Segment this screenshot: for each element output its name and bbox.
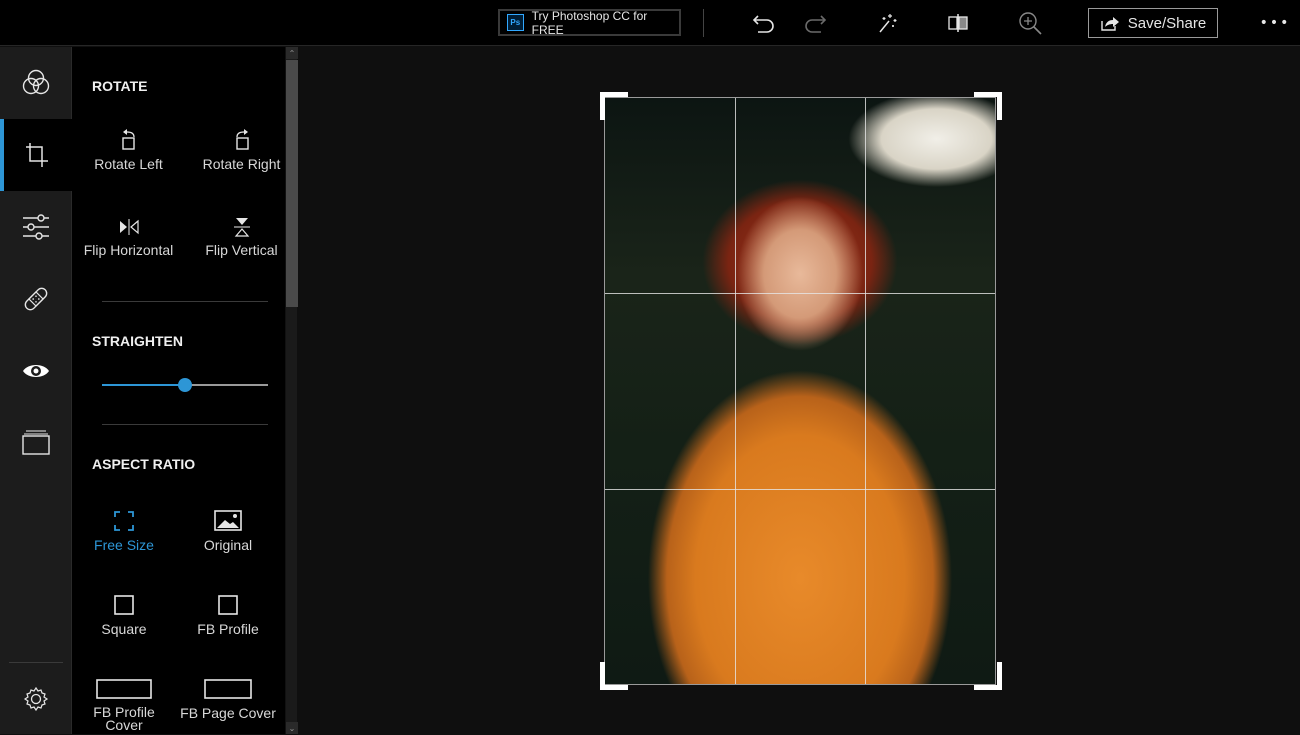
image-icon [214, 510, 242, 531]
top-toolbar: Ps Try Photoshop CC for FREE Save/Share … [0, 0, 1300, 46]
rail-item-looks[interactable] [0, 47, 72, 119]
compare-button[interactable] [943, 8, 973, 38]
panel-scrollbar[interactable]: ⌃ ⌄ [285, 47, 298, 734]
try-photoshop-button[interactable]: Ps Try Photoshop CC for FREE [498, 8, 681, 37]
crop-options-panel: ROTATE Rotate Left Rotate Right Flip Hor… [72, 47, 285, 734]
straighten-slider[interactable] [102, 378, 268, 392]
rotate-left-icon [121, 129, 135, 150]
more-options-button[interactable]: ••• [1258, 10, 1292, 36]
zoom-in-icon [1019, 12, 1042, 35]
auto-fix-button[interactable] [872, 8, 902, 38]
section-divider [102, 301, 268, 302]
rotate-right-label: Rotate Right [202, 156, 281, 172]
fb-profile-cover-label: FB Profile Cover [93, 704, 155, 733]
aspect-fb-profile-cover-button[interactable]: FB Profile Cover [74, 678, 174, 732]
flip-horizontal-label: Flip Horizontal [83, 242, 174, 258]
aspect-square-button[interactable]: Square [74, 594, 174, 637]
rotate-section-title: ROTATE [92, 78, 148, 94]
free-size-icon [114, 511, 134, 531]
fb-profile-label: FB Profile [197, 621, 259, 637]
flip-vertical-label: Flip Vertical [205, 242, 278, 258]
undo-icon [752, 15, 774, 33]
scroll-up-arrow-icon[interactable]: ⌃ [286, 47, 298, 59]
scroll-down-arrow-icon[interactable]: ⌄ [286, 722, 298, 734]
flip-horizontal-icon [119, 219, 139, 235]
free-size-label: Free Size [94, 537, 154, 553]
straighten-section-title: STRAIGHTEN [92, 333, 183, 349]
eye-icon [23, 365, 49, 377]
crop-grid-line [605, 293, 995, 294]
crop-handle-bottom-right[interactable] [974, 662, 1002, 690]
image-canvas [298, 47, 1300, 734]
flip-vertical-button[interactable]: Flip Vertical [195, 217, 285, 258]
rail-item-heal[interactable] [0, 263, 72, 335]
save-share-button[interactable]: Save/Share [1088, 8, 1218, 38]
straighten-slider-thumb[interactable] [178, 378, 192, 392]
share-icon [1101, 17, 1119, 31]
try-photoshop-label: Try Photoshop CC for FREE [531, 8, 648, 37]
original-label: Original [203, 537, 253, 553]
magic-wand-icon [879, 14, 897, 33]
square-icon [218, 595, 238, 615]
aspect-fb-page-cover-button[interactable]: FB Page Cover [178, 678, 278, 721]
square-icon [114, 595, 134, 615]
photoshop-logo-icon: Ps [507, 14, 524, 31]
fb-page-cover-label: FB Page Cover [180, 705, 276, 721]
save-share-label: Save/Share [1127, 14, 1207, 32]
rotate-right-icon [235, 129, 249, 150]
crop-grid-line [605, 489, 995, 490]
crop-grid-line [735, 98, 736, 684]
toolbar-divider [703, 9, 704, 37]
rotate-left-button[interactable]: Rotate Left [82, 129, 175, 172]
gear-icon [23, 686, 49, 712]
aspect-ratio-section-title: ASPECT RATIO [92, 456, 196, 472]
flip-horizontal-button[interactable]: Flip Horizontal [82, 217, 175, 258]
aspect-fb-profile-button[interactable]: FB Profile [178, 594, 278, 637]
undo-button[interactable] [749, 8, 779, 38]
crop-icon [26, 143, 48, 167]
rail-item-red-eye[interactable] [0, 335, 72, 407]
zoom-button[interactable] [1015, 8, 1045, 38]
square-label: Square [101, 621, 147, 637]
crop-handle-bottom-left[interactable] [600, 662, 628, 690]
rotate-left-label: Rotate Left [94, 156, 163, 172]
frames-icon [22, 430, 50, 455]
wide-rect-icon [204, 679, 252, 699]
rail-item-crop[interactable] [0, 119, 72, 191]
crop-handle-top-left[interactable] [600, 92, 628, 120]
photo-crop-area[interactable] [604, 97, 996, 685]
compare-icon [948, 14, 968, 32]
scrollbar-thumb[interactable] [286, 60, 298, 307]
looks-circles-icon [22, 69, 50, 95]
rail-item-adjustments[interactable] [0, 191, 72, 263]
straighten-slider-fill [102, 384, 185, 386]
tool-rail [0, 47, 72, 734]
sliders-icon [23, 214, 49, 240]
rail-item-borders[interactable] [0, 407, 72, 479]
crop-grid-line [865, 98, 866, 684]
redo-button[interactable] [800, 8, 830, 38]
bandage-icon [24, 287, 48, 311]
flip-vertical-icon [233, 218, 250, 237]
aspect-original-button[interactable]: Original [178, 510, 278, 553]
section-divider [102, 424, 268, 425]
aspect-free-size-button[interactable]: Free Size [74, 510, 174, 553]
redo-icon [805, 15, 827, 33]
rotate-right-button[interactable]: Rotate Right [195, 129, 285, 172]
settings-button[interactable] [0, 663, 72, 735]
wide-rect-icon [96, 679, 152, 699]
crop-handle-top-right[interactable] [974, 92, 1002, 120]
